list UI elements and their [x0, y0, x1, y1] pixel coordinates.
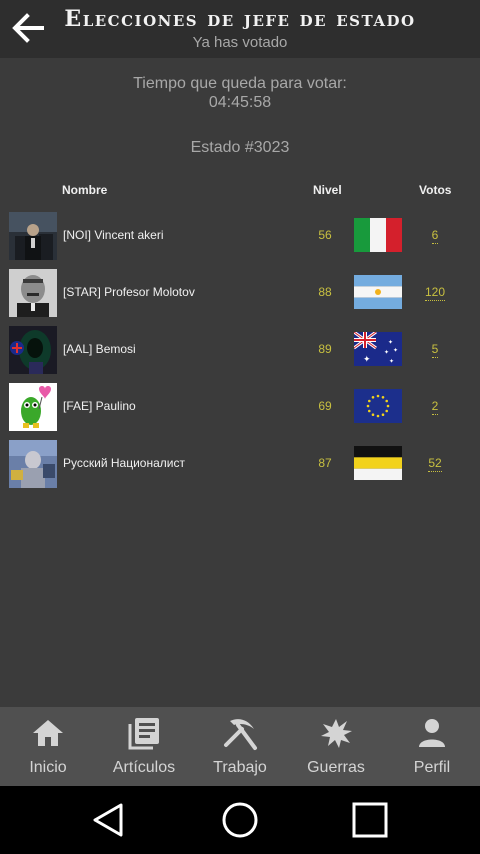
nav-label: Artículos [112, 759, 176, 776]
state-label: Estado #3023 [190, 139, 290, 156]
avatar[interactable] [9, 383, 57, 431]
candidate-row[interactable]: [STAR] Profesor Molotov 88 120 [0, 267, 480, 319]
argentina-flag-icon [354, 275, 402, 309]
avatar[interactable] [9, 326, 57, 374]
candidate-name[interactable]: [STAR] Profesor Molotov [63, 285, 195, 299]
candidate-name[interactable]: [FAE] Paulino [63, 399, 136, 413]
svg-text:✦: ✦ [393, 347, 398, 354]
candidate-name[interactable]: [AAL] Bemosi [63, 342, 136, 356]
bottom-nav: Inicio Artículos Trabajo Guerras Perfil [0, 707, 480, 786]
candidate-name[interactable]: Русский Националист [63, 456, 185, 470]
candidate-votes[interactable]: 2 [404, 399, 466, 415]
explosion-icon [321, 719, 352, 748]
nav-trabajo[interactable]: Trabajo [192, 707, 288, 786]
pickaxe-icon [224, 719, 257, 750]
recents-square-icon[interactable] [350, 800, 390, 840]
nav-inicio[interactable]: Inicio [0, 707, 96, 786]
timer-label: Tiempo que queda para votar: [133, 75, 347, 92]
nav-articulos[interactable]: Artículos [96, 707, 192, 786]
column-header-votes: Votos [419, 183, 452, 197]
imperial-russia-flag-icon [354, 446, 402, 480]
candidate-level: 56 [318, 228, 332, 242]
nav-label: Perfil [413, 759, 451, 776]
italy-flag-icon [354, 218, 402, 252]
svg-text:✦: ✦ [389, 358, 394, 365]
candidate-level: 87 [318, 456, 332, 470]
articles-icon [128, 718, 159, 750]
svg-text:✦: ✦ [384, 349, 389, 356]
avatar[interactable] [9, 440, 57, 488]
european-union-flag-icon [354, 389, 402, 423]
home-icon [33, 720, 63, 746]
column-header-level: Nivel [313, 183, 342, 197]
nav-label: Guerras [307, 759, 365, 776]
candidate-level: 89 [318, 342, 332, 356]
candidate-row[interactable]: [FAE] Paulino 69 2 [0, 381, 480, 433]
candidate-votes[interactable]: 52 [404, 456, 466, 472]
candidate-level: 88 [318, 285, 332, 299]
column-header-name: Nombre [62, 183, 108, 197]
australia-flag-icon: ✦ ✦ ✦ ✦ ✦ [354, 332, 402, 366]
avatar[interactable] [9, 269, 57, 317]
svg-text:✦: ✦ [363, 355, 371, 365]
system-navigation-bar [0, 786, 480, 854]
home-circle-icon[interactable] [220, 800, 260, 840]
candidate-row[interactable]: Русский Националист 87 52 [0, 438, 480, 490]
timer-value: 04:45:58 [208, 94, 272, 111]
candidate-row[interactable]: [AAL] Bemosi 89 ✦ ✦ ✦ ✦ ✦ 5 [0, 324, 480, 376]
candidate-votes[interactable]: 5 [404, 342, 466, 358]
app-header: Elecciones de jefe de estado Ya has vota… [0, 0, 480, 58]
svg-text:✦: ✦ [388, 339, 393, 346]
candidate-votes[interactable]: 6 [404, 228, 466, 244]
page-title: Elecciones de jefe de estado [64, 6, 416, 32]
avatar[interactable] [9, 212, 57, 260]
candidate-name[interactable]: [NOI] Vincent akeri [63, 228, 164, 242]
person-icon [419, 719, 445, 747]
page-subtitle: Ya has votado [192, 34, 288, 51]
candidate-row[interactable]: [NOI] Vincent akeri 56 6 [0, 210, 480, 262]
candidate-level: 69 [318, 399, 332, 413]
nav-perfil[interactable]: Perfil [384, 707, 480, 786]
back-triangle-icon[interactable] [88, 800, 128, 840]
nav-guerras[interactable]: Guerras [288, 707, 384, 786]
nav-label: Trabajo [213, 759, 267, 776]
candidate-votes[interactable]: 120 [404, 285, 466, 301]
nav-label: Inicio [29, 759, 67, 776]
